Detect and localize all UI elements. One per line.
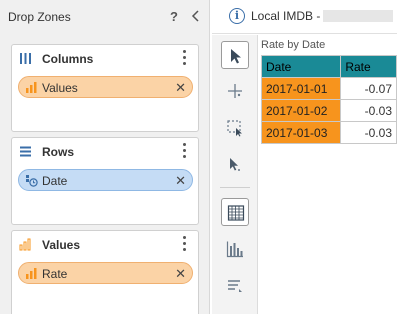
panel-header: Drop Zones ? (0, 0, 210, 34)
select-tool-button[interactable] (221, 41, 249, 69)
columns-icon (19, 52, 32, 65)
field-chip-rate[interactable]: Rate ✕ (18, 262, 193, 284)
redacted-datasource-name (323, 10, 393, 22)
date-cell[interactable]: 2017-01-03 (260, 121, 342, 144)
info-icon[interactable]: i (229, 8, 245, 24)
data-table: Date Rate 2017-01-01 -0.07 2017-01-02 -0… (260, 55, 397, 144)
column-header-rate[interactable]: Rate (340, 55, 397, 78)
more-vertical-icon[interactable] (183, 143, 187, 159)
chip-label: Date (42, 174, 68, 188)
close-icon[interactable]: ✕ (175, 266, 186, 282)
chip-label: Rate (42, 267, 68, 281)
values-drop-zone[interactable]: Values Rate ✕ (11, 230, 199, 314)
panel-title: Drop Zones (8, 10, 71, 24)
chevron-left-icon[interactable] (189, 7, 203, 25)
drop-zones-panel: Drop Zones ? Columns Values ✕ Rows Date … (0, 0, 210, 314)
table-row: 2017-01-03 -0.03 (260, 121, 397, 144)
datasource-bar: i Local IMDB - (212, 0, 397, 34)
zone-title: Values (42, 238, 81, 252)
table-row: 2017-01-01 -0.07 (260, 77, 397, 100)
zone-title: Columns (42, 52, 94, 66)
more-vertical-icon[interactable] (183, 236, 187, 252)
columns-drop-zone[interactable]: Columns Values ✕ (11, 44, 199, 132)
crosshair-tool-button[interactable] (221, 77, 249, 105)
view-toolbar (212, 35, 258, 314)
table-title: Rate by Date (261, 39, 326, 51)
sort-tool-button[interactable] (221, 272, 249, 300)
report-canvas: Rate by Date Date Rate 2017-01-01 -0.07 … (259, 35, 397, 314)
bar-chart-icon (25, 267, 38, 280)
rate-cell[interactable]: -0.03 (340, 121, 397, 144)
rows-icon (19, 145, 32, 158)
table-header-row: Date Rate (260, 55, 397, 78)
bar-chart-icon (25, 81, 38, 94)
rate-cell[interactable]: -0.03 (340, 99, 397, 122)
column-header-date[interactable]: Date (260, 55, 342, 78)
chart-view-button[interactable] (221, 235, 249, 263)
field-chip-values[interactable]: Values ✕ (18, 76, 193, 98)
marquee-select-tool-button[interactable] (221, 114, 249, 142)
date-cell[interactable]: 2017-01-02 (260, 99, 342, 122)
field-chip-date[interactable]: Date ✕ (18, 169, 193, 191)
table-row: 2017-01-02 -0.03 (260, 99, 397, 122)
rows-drop-zone[interactable]: Rows Date ✕ (11, 137, 199, 225)
date-hierarchy-icon (25, 174, 38, 187)
more-vertical-icon[interactable] (183, 50, 187, 66)
date-cell[interactable]: 2017-01-01 (260, 77, 342, 100)
table-view-button[interactable] (221, 198, 249, 226)
values-icon (19, 238, 32, 251)
rate-cell[interactable]: -0.07 (340, 77, 397, 100)
datasource-label[interactable]: Local IMDB - (251, 9, 320, 23)
close-icon[interactable]: ✕ (175, 173, 186, 189)
close-icon[interactable]: ✕ (175, 80, 186, 96)
drill-tool-button[interactable] (221, 151, 249, 179)
chip-label: Values (42, 81, 78, 95)
help-icon[interactable]: ? (170, 9, 178, 24)
toolbar-divider (220, 187, 250, 188)
zone-title: Rows (42, 145, 75, 159)
